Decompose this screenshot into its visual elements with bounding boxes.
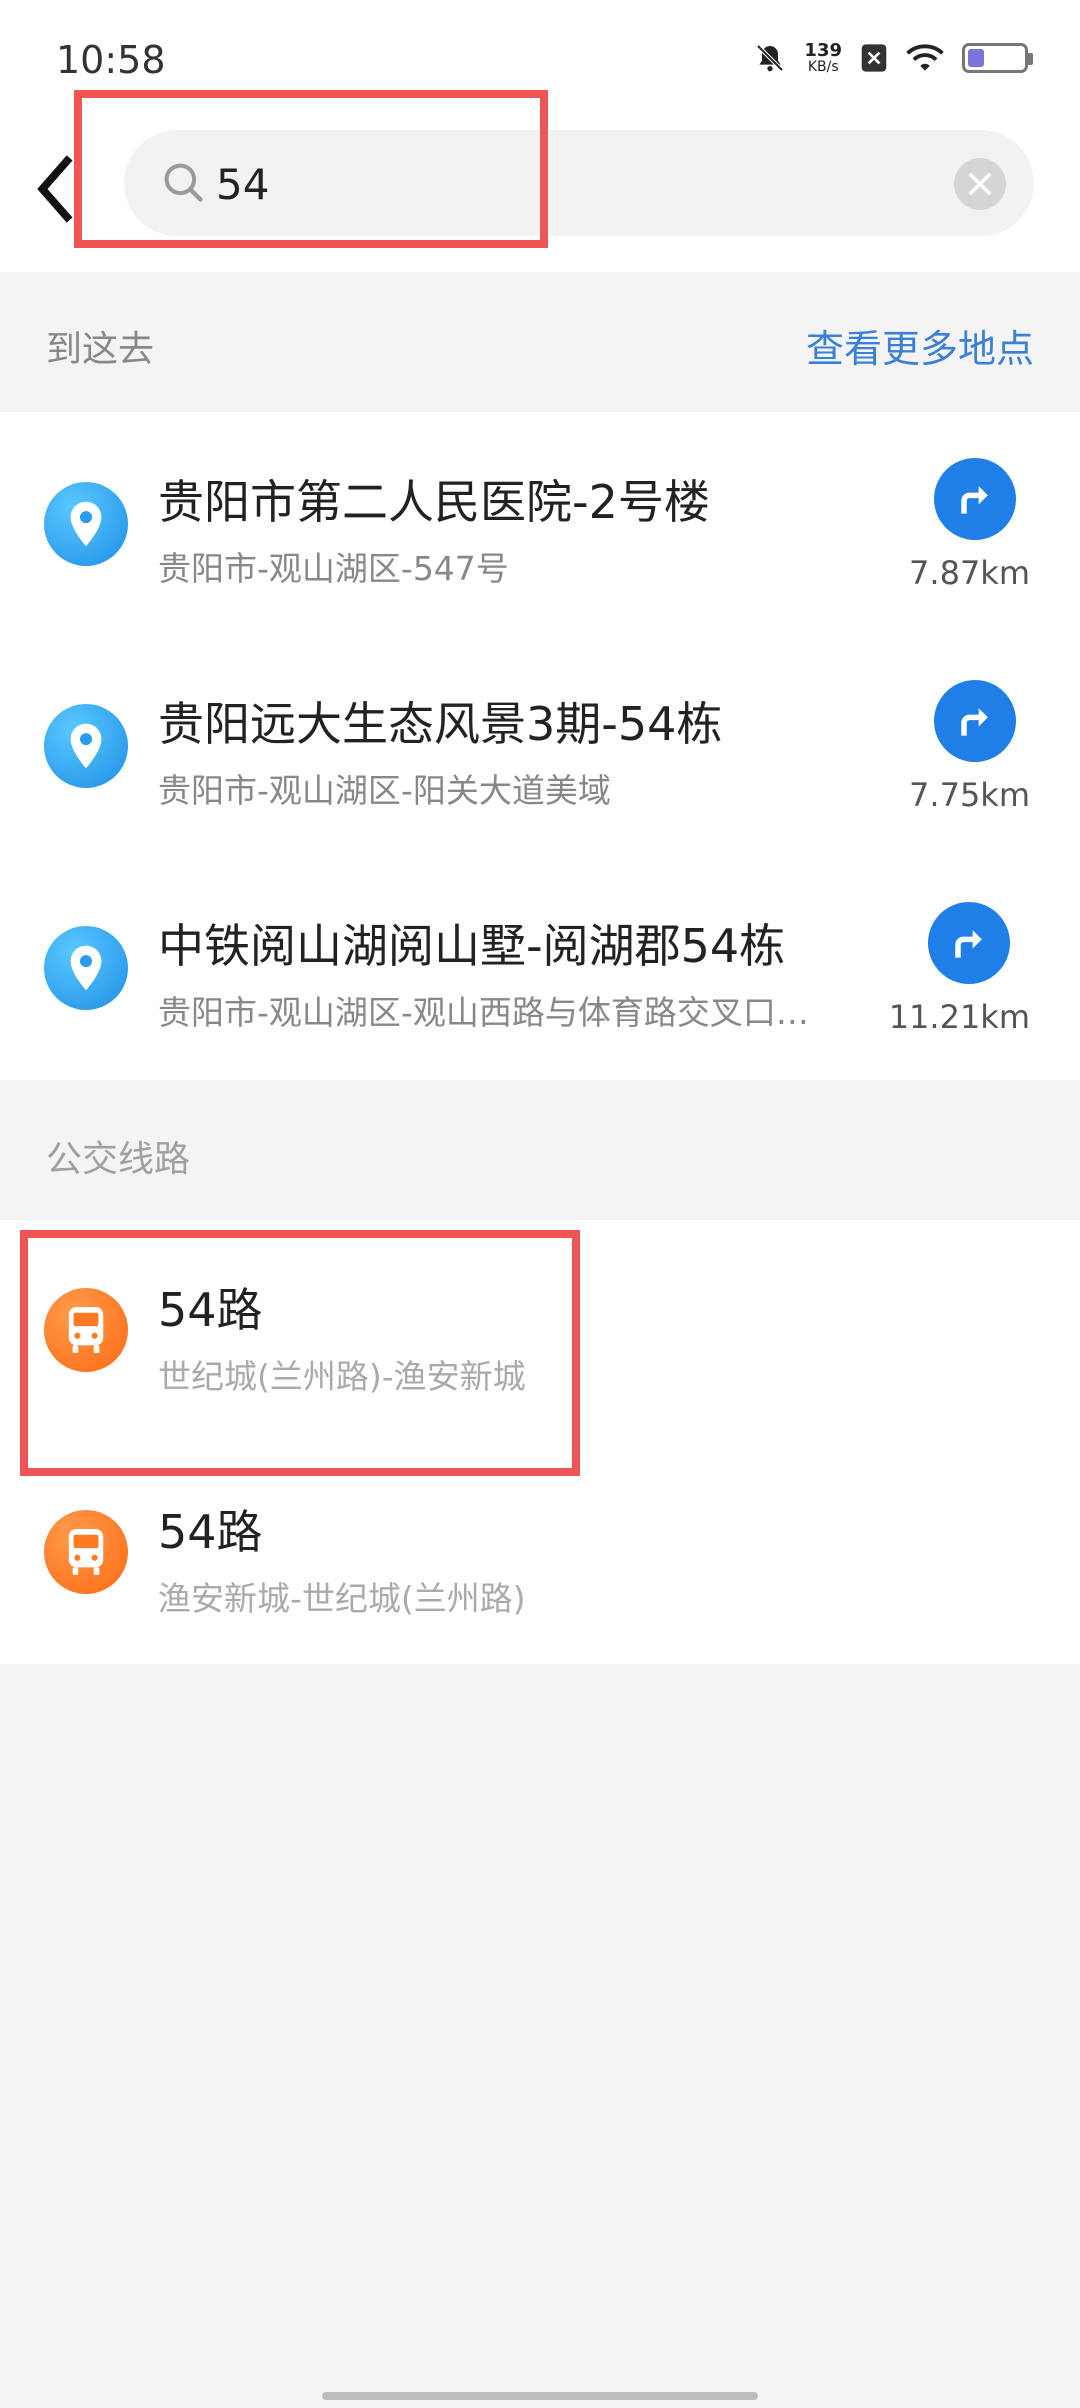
wifi-icon	[906, 44, 944, 71]
places-list: 贵阳市第二人民医院-2号楼 贵阳市-观山湖区-547号 7.87km 贵阳远大生…	[0, 412, 1080, 1080]
battery-icon	[962, 43, 1033, 73]
bus-routes-list: 54路 世纪城(兰州路)-渔安新城 54路 渔安新城-世纪城(兰州路)	[0, 1220, 1080, 1664]
location-pin-icon	[44, 926, 128, 1010]
home-indicator[interactable]	[322, 2392, 758, 2400]
clear-search-button[interactable]	[954, 158, 1006, 210]
net-speed-unit: KB/s	[807, 59, 839, 75]
place-address: 贵阳市-观山湖区-547号	[158, 549, 509, 588]
net-speed-value: 139	[804, 40, 842, 61]
places-section-header: 到这去 查看更多地点	[0, 272, 1080, 412]
turn-arrow-icon	[961, 708, 988, 736]
search-input[interactable]	[216, 160, 816, 209]
bus-route-item[interactable]: 54路 渔安新城-世纪城(兰州路)	[0, 1442, 1080, 1664]
status-icons: 139 KB/s	[754, 40, 1033, 75]
sim-x-icon	[861, 44, 887, 72]
bus-section-title: 公交线路	[46, 1139, 191, 1180]
chevron-left-icon	[37, 155, 73, 223]
place-name: 贵阳远大生态风景3期-54栋	[158, 697, 723, 751]
back-button[interactable]	[26, 148, 86, 230]
bus-icon	[44, 1288, 128, 1372]
bus-section-header: 公交线路	[0, 1080, 1080, 1220]
location-pin-icon	[44, 482, 128, 566]
navigate-button[interactable]	[934, 458, 1016, 540]
mute-bell-icon	[757, 44, 784, 72]
net-speed: 139 KB/s	[804, 40, 842, 75]
navigate-button[interactable]	[934, 680, 1016, 762]
place-distance: 7.87km	[909, 554, 1030, 592]
status-bar: 10:58 139 KB/s	[0, 0, 1080, 120]
more-places-link[interactable]: 查看更多地点	[806, 318, 1034, 373]
place-address: 贵阳市-观山湖区-阳关大道美域	[158, 771, 611, 810]
place-item[interactable]: 中铁阅山湖阅山墅-阅湖郡54栋 贵阳市-观山湖区-观山西路与体育路交叉口… 11…	[0, 856, 1080, 1078]
navigate-button[interactable]	[928, 902, 1010, 984]
place-name: 中铁阅山湖阅山墅-阅湖郡54栋	[158, 919, 786, 973]
bus-route-direction: 渔安新城-世纪城(兰州路)	[158, 1579, 526, 1618]
search-box[interactable]	[124, 130, 1034, 236]
magnifier-icon	[164, 163, 203, 202]
close-icon	[969, 173, 991, 195]
place-distance: 11.21km	[888, 998, 1030, 1036]
status-time: 10:58	[56, 38, 166, 82]
place-item[interactable]: 贵阳市第二人民医院-2号楼 贵阳市-观山湖区-547号 7.87km	[0, 412, 1080, 634]
location-pin-icon	[44, 704, 128, 788]
places-section-title: 到这去	[46, 329, 155, 370]
place-address: 贵阳市-观山湖区-观山西路与体育路交叉口…	[158, 993, 809, 1032]
turn-arrow-icon	[961, 486, 988, 514]
bus-route-name: 54路	[158, 1283, 263, 1337]
bus-route-name: 54路	[158, 1505, 263, 1559]
place-item[interactable]: 贵阳远大生态风景3期-54栋 贵阳市-观山湖区-阳关大道美域 7.75km	[0, 634, 1080, 856]
bus-route-direction: 世纪城(兰州路)-渔安新城	[158, 1357, 526, 1396]
place-distance: 7.75km	[909, 776, 1030, 814]
search-header	[0, 120, 1080, 272]
place-name: 贵阳市第二人民医院-2号楼	[158, 475, 710, 529]
turn-arrow-icon	[955, 930, 982, 958]
bus-icon	[44, 1510, 128, 1594]
bus-route-item[interactable]: 54路 世纪城(兰州路)-渔安新城	[0, 1220, 1080, 1442]
